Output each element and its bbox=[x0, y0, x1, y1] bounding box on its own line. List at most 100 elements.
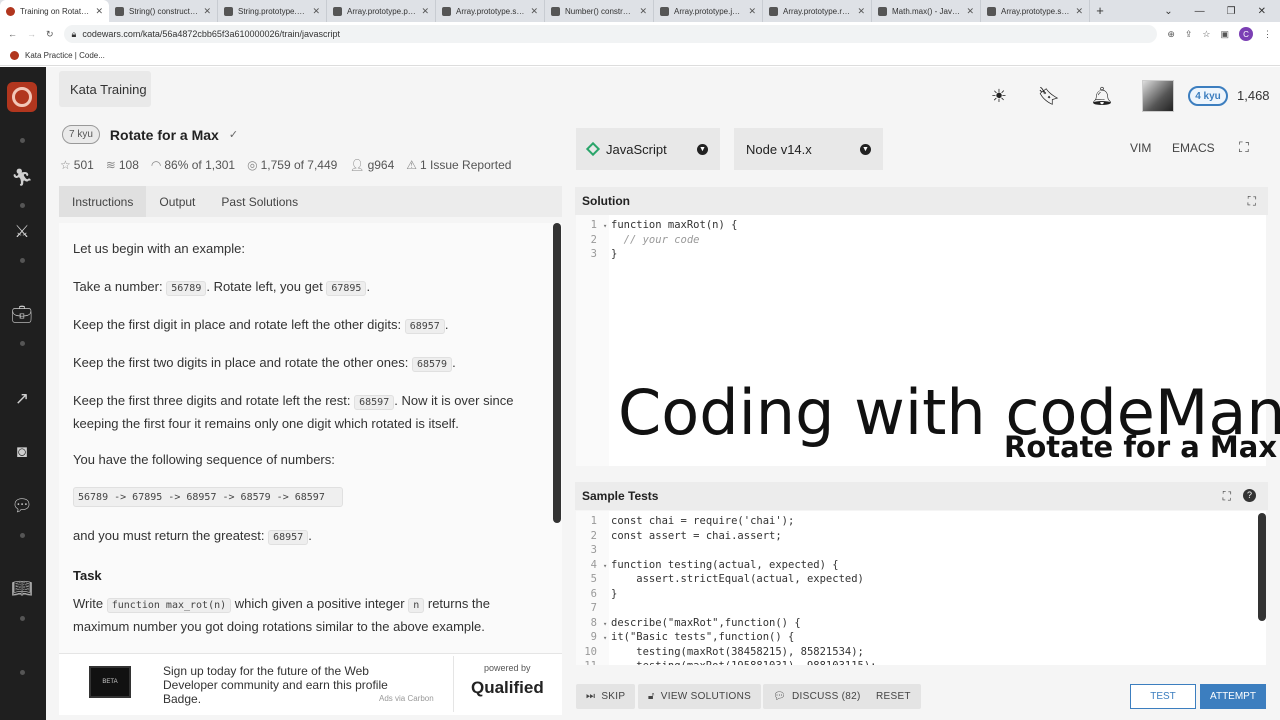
runtime-select[interactable]: Node v14.x ▼ bbox=[734, 128, 883, 170]
text: Take a number: bbox=[73, 279, 163, 294]
jobs-briefcase-icon[interactable]: 💼︎ bbox=[11, 304, 33, 326]
browser-tab[interactable]: String.prototype.split() - J ✕ bbox=[218, 0, 327, 22]
new-tab-button[interactable]: + bbox=[1090, 0, 1110, 22]
attempt-button[interactable]: ATTEMPT bbox=[1200, 684, 1266, 709]
share-icon[interactable]: ⇪ bbox=[1185, 29, 1193, 40]
code-text: // your code bbox=[611, 233, 700, 246]
issues-stat[interactable]: ⚠ 1 Issue Reported bbox=[406, 158, 511, 172]
author-stat[interactable]: 👤︎ g964 bbox=[349, 158, 394, 172]
test-button[interactable]: TEST bbox=[1130, 684, 1196, 709]
kata-title[interactable]: Rotate for a Max bbox=[110, 127, 219, 143]
qualified-logo[interactable]: Qualified bbox=[471, 678, 544, 698]
reset-button[interactable]: RESET bbox=[866, 684, 921, 709]
browser-tab[interactable]: Array.prototype.slice() - J ✕ bbox=[981, 0, 1090, 22]
tab-close-icon[interactable]: ✕ bbox=[421, 6, 429, 17]
zoom-icon[interactable]: ⊕ bbox=[1167, 29, 1175, 40]
user-avatar[interactable] bbox=[1142, 80, 1174, 112]
code-text: const chai = require('chai'); bbox=[611, 515, 795, 527]
chat-forum-icon[interactable]: 💬︎ bbox=[11, 495, 33, 517]
skip-button[interactable]: ⏭ SKIP bbox=[576, 684, 636, 709]
tab-favicon-icon bbox=[224, 6, 233, 16]
instructions-scrollbar[interactable] bbox=[553, 223, 561, 523]
url-field[interactable]: 🔒︎ codewars.com/kata/56a4872cbb65f3a6100… bbox=[63, 25, 1158, 43]
collections-stat[interactable]: ≋ 108 bbox=[106, 158, 139, 172]
chevron-down-icon: ▼ bbox=[697, 143, 708, 155]
unlock-icon: 🔓︎ bbox=[648, 691, 655, 702]
discuss-button[interactable]: 💬︎ DISCUSS (82) bbox=[763, 684, 871, 709]
docs-book-icon[interactable]: 📖︎ bbox=[11, 578, 33, 600]
bookmark-kata-practice[interactable]: Kata Practice | Code... bbox=[25, 51, 105, 60]
inline-code: function max_rot(n) bbox=[106, 598, 232, 613]
fold-arrow-icon[interactable]: ▾ bbox=[603, 634, 611, 642]
ad-text[interactable]: Sign up today for the future of the Web … bbox=[163, 664, 393, 706]
minimize-icon[interactable]: — bbox=[1195, 6, 1205, 17]
theme-sun-icon[interactable]: ☀ bbox=[987, 84, 1011, 108]
browser-tab[interactable]: Array.prototype.splice() - J ✕ bbox=[436, 0, 545, 22]
expand-icon[interactable]: ⛶ bbox=[1248, 194, 1256, 209]
tab-output[interactable]: Output bbox=[146, 186, 208, 217]
forward-icon[interactable]: → bbox=[27, 29, 36, 39]
tab-close-icon[interactable]: ✕ bbox=[966, 6, 974, 17]
browser-tab[interactable]: Math.max() - JavaScript | M ✕ bbox=[872, 0, 981, 22]
code-line: 1 const chai = require('chai'); bbox=[576, 515, 795, 530]
bookmark-star-icon[interactable]: ☆ bbox=[1202, 29, 1210, 40]
stars-stat[interactable]: ☆ 501 bbox=[60, 158, 94, 172]
tab-close-icon[interactable]: ✕ bbox=[312, 6, 320, 17]
tab-close-icon[interactable]: ✕ bbox=[95, 6, 103, 17]
vim-mode-button[interactable]: VIM bbox=[1130, 141, 1151, 155]
browser-menu-icon[interactable]: ⋮ bbox=[1263, 29, 1272, 40]
browser-tab[interactable]: Training on Rotate for a ✕ bbox=[0, 0, 109, 22]
discord-icon[interactable]: ◙ bbox=[11, 441, 33, 463]
help-icon[interactable]: ? bbox=[1243, 488, 1256, 502]
practice-dojo-icon[interactable]: ⚔ bbox=[11, 221, 33, 243]
fold-arrow-icon[interactable]: ▾ bbox=[603, 620, 611, 628]
expand-icon[interactable]: ⛶ bbox=[1223, 489, 1231, 504]
browser-tab[interactable]: Array.prototype.push() - J ✕ bbox=[327, 0, 436, 22]
tab-close-icon[interactable]: ✕ bbox=[1075, 6, 1083, 17]
tab-search-icon[interactable]: ⌄ bbox=[1164, 6, 1172, 17]
close-window-icon[interactable]: ✕ bbox=[1258, 6, 1266, 17]
carbon-ad[interactable]: BETA Sign up today for the future of the… bbox=[59, 653, 562, 715]
tab-instructions[interactable]: Instructions bbox=[59, 186, 147, 217]
tab-close-icon[interactable]: ✕ bbox=[857, 6, 865, 17]
ad-via[interactable]: Ads via Carbon bbox=[379, 694, 434, 703]
fullscreen-icon[interactable]: ⛶ bbox=[1239, 139, 1249, 156]
language-select[interactable]: JavaScript ▼ bbox=[576, 128, 720, 170]
tab-close-icon[interactable]: ✕ bbox=[748, 6, 756, 17]
completed-value: 1,759 of 7,449 bbox=[260, 158, 338, 172]
bookmark-star-icon[interactable]: 🔖︎ bbox=[1037, 84, 1061, 108]
kata-kyu-badge: 7 kyu bbox=[62, 125, 100, 144]
fold-arrow-icon[interactable]: ▾ bbox=[603, 222, 611, 230]
code-line: 4 ▾ function testing(actual, expected) { bbox=[576, 559, 839, 574]
back-icon[interactable]: ← bbox=[8, 29, 17, 39]
training-runner-icon[interactable]: 🏃︎ bbox=[11, 167, 33, 189]
tab-close-icon[interactable]: ✕ bbox=[530, 6, 538, 17]
kata-training-breadcrumb[interactable]: Kata Training bbox=[59, 71, 151, 107]
browser-tab[interactable]: Number() constructor - Java ✕ bbox=[545, 0, 654, 22]
restore-icon[interactable]: ❐ bbox=[1227, 6, 1236, 17]
sidebar-panel-icon[interactable]: ▣ bbox=[1220, 29, 1229, 40]
emacs-mode-button[interactable]: EMACS bbox=[1172, 141, 1215, 155]
code-text: it("Basic tests",function() { bbox=[611, 631, 795, 643]
tab-close-icon[interactable]: ✕ bbox=[203, 6, 211, 17]
watermark-subtitle: Rotate for a Max bbox=[1004, 430, 1278, 464]
tab-past-solutions[interactable]: Past Solutions bbox=[208, 186, 311, 217]
fold-arrow-icon[interactable]: ▾ bbox=[603, 562, 611, 570]
notification-bell-icon[interactable]: 🔔︎ bbox=[1090, 84, 1114, 108]
tests-scrollbar[interactable] bbox=[1258, 513, 1266, 621]
profile-avatar[interactable]: C bbox=[1239, 27, 1253, 41]
sample-tests-editor[interactable]: 1 const chai = require('chai'); 2 const a… bbox=[576, 511, 1266, 665]
browser-tab[interactable]: String() constructor - JavaSc ✕ bbox=[109, 0, 218, 22]
tab-title: String() constructor - JavaSc bbox=[129, 6, 198, 16]
browser-tab[interactable]: Array.prototype.join() - J ✕ bbox=[654, 0, 763, 22]
reload-icon[interactable]: ↻ bbox=[46, 29, 54, 40]
tab-title: String.prototype.split() - J bbox=[238, 6, 307, 16]
codewars-logo-icon[interactable] bbox=[7, 82, 37, 112]
leaderboard-trend-icon[interactable]: ↗ bbox=[11, 388, 33, 410]
browser-tab[interactable]: Array.prototype.reduce() - J ✕ bbox=[763, 0, 872, 22]
tab-favicon-icon bbox=[660, 6, 669, 16]
tab-close-icon[interactable]: ✕ bbox=[639, 6, 647, 17]
view-solutions-button[interactable]: 🔓︎ VIEW SOLUTIONS bbox=[638, 684, 762, 709]
